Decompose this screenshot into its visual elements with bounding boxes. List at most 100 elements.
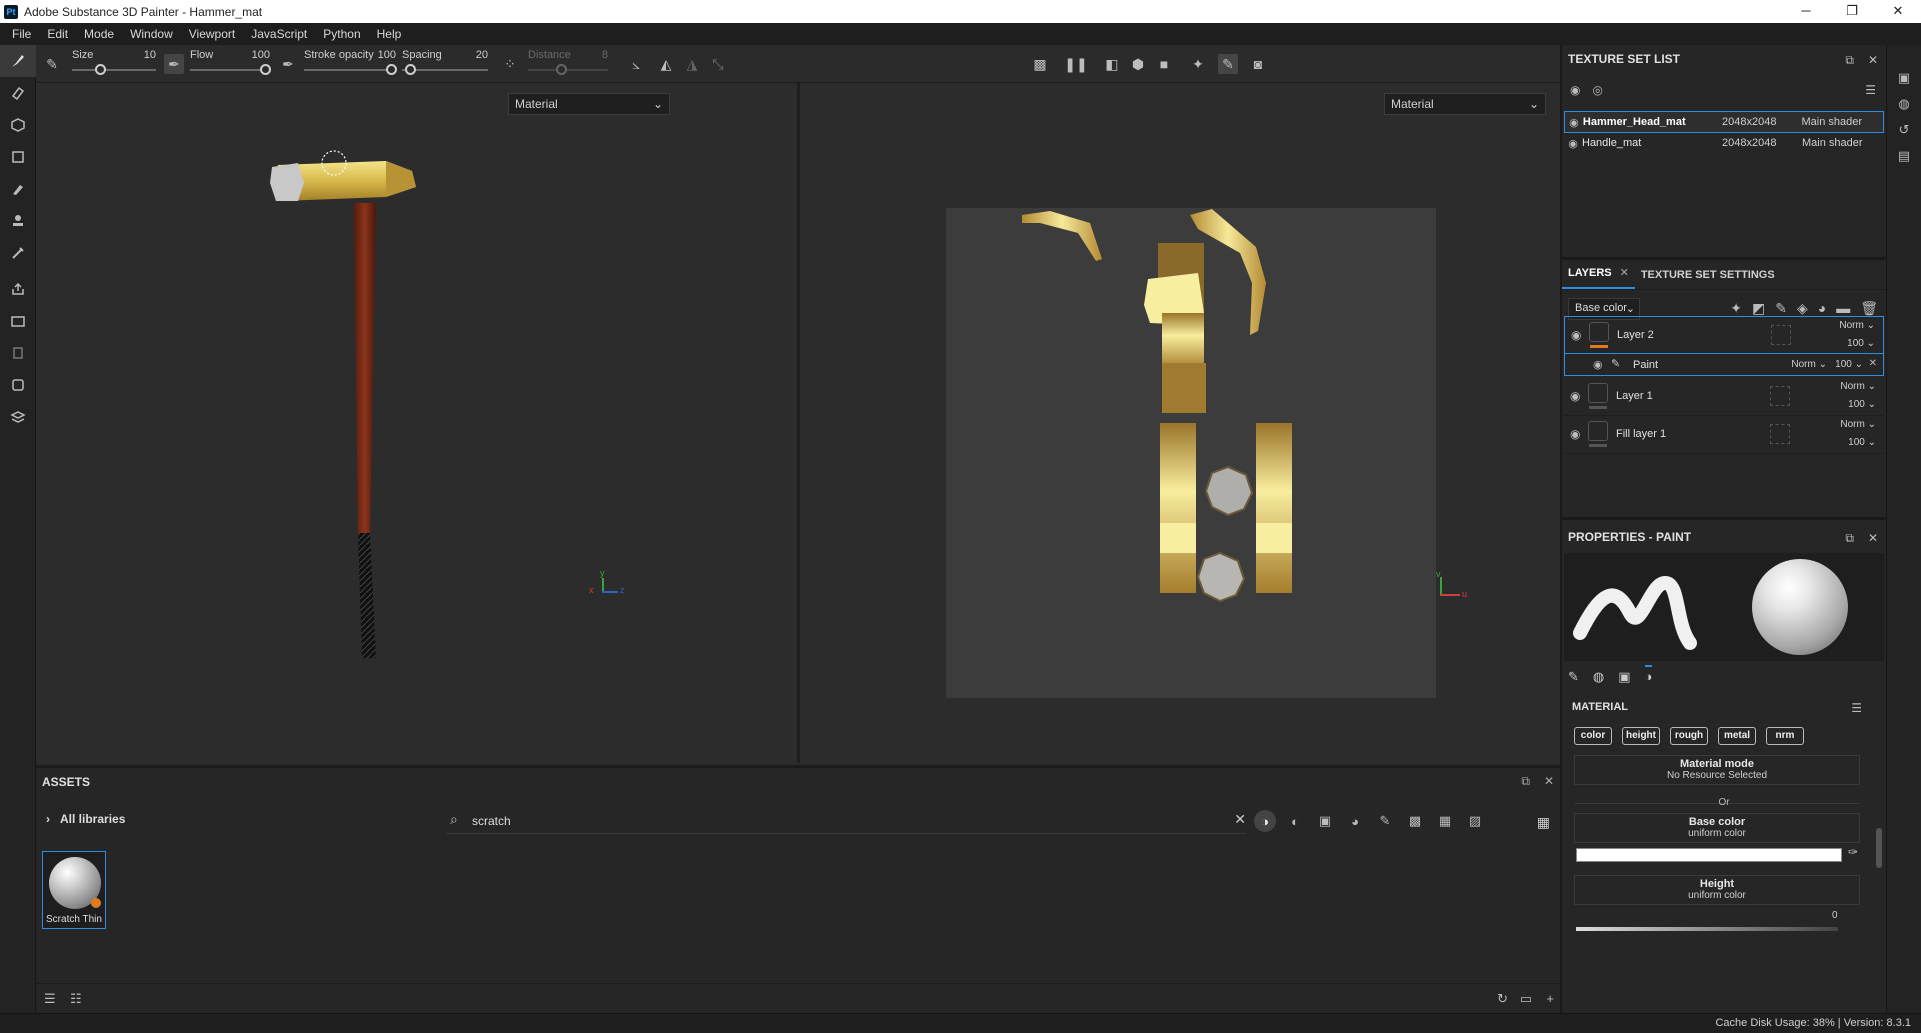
close-icon[interactable]: ✕ (1620, 267, 1629, 279)
stroke-opacity-slider[interactable]: Stroke opacity 100 (304, 49, 397, 79)
layer-mask-slot[interactable] (1771, 325, 1791, 345)
menu-javascript[interactable]: JavaScript (243, 27, 315, 41)
filter-masks-icon[interactable]: ▣ (1314, 810, 1336, 832)
line-angle-icon[interactable]: ⦣ (626, 54, 646, 74)
eye-icon[interactable]: ◉ (1570, 389, 1580, 403)
filter-materials-icon[interactable]: ◑ (1254, 810, 1276, 832)
list-options-icon[interactable]: ☷ (70, 991, 82, 1007)
shelf-icon[interactable] (0, 401, 36, 433)
opacity-select[interactable]: 100 ⌄ (1848, 399, 1876, 410)
export-icon[interactable] (0, 369, 36, 401)
menu-help[interactable]: Help (369, 27, 410, 41)
display-3d-icon[interactable]: ⬢ (1128, 54, 1148, 74)
pressure-flow-icon[interactable]: ✒ (278, 54, 298, 74)
symmetry-mirror-icon[interactable]: ◮ (682, 54, 702, 74)
eraser-icon[interactable] (0, 77, 36, 109)
tab-layers[interactable]: LAYERS ✕ (1562, 266, 1635, 289)
opacity-select[interactable]: 100 ⌄ (1847, 338, 1875, 349)
add-fill-layer-icon[interactable]: ◈ (1797, 300, 1808, 317)
close-icon[interactable]: ✕ (1868, 531, 1878, 546)
clear-search-icon[interactable]: ✕ (1234, 811, 1246, 828)
eye-icon[interactable]: ◎ (1592, 83, 1602, 97)
height-slider[interactable] (1576, 927, 1838, 931)
base-color-swatch[interactable] (1576, 848, 1842, 862)
blend-mode-select[interactable]: Norm ⌄ (1840, 419, 1876, 430)
menu-file[interactable]: File (4, 27, 39, 41)
distance-slider[interactable]: Distance 8 (528, 49, 608, 79)
asset-tile-scratch-thin[interactable]: Scratch Thin (42, 851, 106, 929)
channel-toggle-height[interactable]: height (1622, 727, 1660, 745)
filter-textures-icon[interactable]: ▩ (1404, 810, 1426, 832)
eye-icon[interactable]: ◉ (1570, 427, 1580, 441)
base-color-slot[interactable]: Base color uniform color (1574, 813, 1860, 843)
pressure-size-icon[interactable]: ✒ (164, 54, 184, 74)
iray-render-icon[interactable]: ✦ (1188, 54, 1208, 74)
material-properties-icon[interactable]: ◑ (1644, 665, 1653, 685)
undock-icon[interactable]: ⧉ (1845, 531, 1854, 546)
maximize-icon[interactable]: ❐ (1829, 0, 1875, 23)
undock-icon[interactable]: ⧉ (1845, 53, 1854, 68)
pause-icon[interactable]: ❚❚ (1064, 54, 1087, 74)
menu-window[interactable]: Window (122, 27, 181, 41)
library-selector[interactable]: › All libraries (46, 812, 125, 826)
history-icon[interactable]: ↺ (1887, 117, 1921, 143)
layer-mask-slot[interactable] (1770, 424, 1790, 444)
texture-set-row[interactable]: ◉ Handle_mat 2048x2048 Main shader (1564, 132, 1884, 154)
delete-layer-icon[interactable]: 🗑 (1860, 300, 1878, 317)
menu-python[interactable]: Python (315, 27, 368, 41)
filter-smart-materials-icon[interactable]: ◐ (1284, 810, 1306, 832)
flow-slider[interactable]: Flow 100 (190, 49, 271, 79)
resources-icon[interactable] (0, 305, 36, 337)
effect-row-paint[interactable]: ◉ ✎ Paint Norm ⌄ 100 ⌄ ✕ (1564, 354, 1884, 376)
grid-view-icon[interactable]: ▦ (1537, 814, 1550, 831)
properties-scrollbar[interactable] (1876, 828, 1882, 868)
screenshot-icon[interactable]: ◙ (1248, 54, 1268, 74)
eyedropper-icon[interactable]: ✑ (1848, 845, 1858, 859)
distance-slider-knob[interactable] (556, 64, 567, 75)
eye-icon[interactable]: ◉ (1571, 328, 1581, 342)
channel-toggle-rough[interactable]: rough (1670, 727, 1708, 745)
close-icon[interactable]: ✕ (1875, 0, 1921, 23)
flow-slider-knob[interactable] (260, 64, 271, 75)
smudge-icon[interactable] (0, 173, 36, 205)
display-settings-icon[interactable]: ◍ (1887, 91, 1921, 117)
stencil-properties-icon[interactable]: ▣ (1618, 669, 1630, 685)
paint-mode-icon[interactable]: ✎ (1218, 54, 1238, 74)
layer-row-layer-1[interactable]: ◉ Layer 1 Norm ⌄ 100 ⌄ (1564, 378, 1884, 416)
tab-texture-set-settings[interactable]: TEXTURE SET SETTINGS (1635, 269, 1781, 289)
clone-stamp-icon[interactable] (0, 205, 36, 237)
material-mode-slot[interactable]: Material mode No Resource Selected (1574, 755, 1860, 785)
close-icon[interactable]: ✕ (1869, 358, 1877, 369)
assets-search-input[interactable]: ⌕ scratch ✕ (446, 808, 1246, 834)
viewport-3d[interactable]: Material ⌄ y x z (36, 83, 798, 763)
eye-icon[interactable]: ◉ (1565, 116, 1583, 129)
close-icon[interactable]: ✕ (1544, 774, 1554, 789)
effect-blend-select[interactable]: Norm ⌄ (1791, 359, 1827, 370)
undock-icon[interactable]: ⧉ (1521, 774, 1530, 789)
menu-icon[interactable]: ☰ (1851, 701, 1862, 715)
add-mask-icon[interactable]: ◩ (1752, 300, 1765, 317)
filter-environments-icon[interactable]: ▨ (1464, 810, 1486, 832)
add-smart-material-icon[interactable]: ◕ (1818, 300, 1826, 317)
blend-mode-select[interactable]: Norm ⌄ (1839, 320, 1875, 331)
visibility-toggle-icon[interactable]: ◉ (1570, 83, 1580, 97)
channel-toggle-metal[interactable]: metal (1718, 727, 1756, 745)
menu-edit[interactable]: Edit (39, 27, 76, 41)
polygon-fill-icon[interactable] (0, 141, 36, 173)
view-mode-icon[interactable]: ◧ (1102, 54, 1122, 74)
color-picker-icon[interactable] (0, 237, 36, 269)
menu-viewport[interactable]: Viewport (181, 27, 243, 41)
opacity-select[interactable]: 100 ⌄ (1848, 437, 1876, 448)
brush-properties-icon[interactable]: ✎ (1568, 669, 1579, 685)
brush-preset-icon[interactable]: ✎ (42, 54, 62, 74)
minimize-icon[interactable]: ─ (1783, 0, 1829, 23)
projection-icon[interactable] (0, 109, 36, 141)
layer-row-fill-layer-1[interactable]: ◉ Fill layer 1 Norm ⌄ 100 ⌄ (1564, 416, 1884, 454)
channel-toggle-color[interactable]: color (1574, 727, 1612, 745)
add-icon[interactable]: + (1546, 991, 1554, 1006)
symmetry-icon[interactable]: ◭ (656, 54, 676, 74)
lazy-mouse-icon[interactable]: ⁘ (500, 54, 520, 74)
eye-icon[interactable]: ◉ (1564, 137, 1582, 150)
add-folder-icon[interactable]: ▬ (1836, 300, 1850, 317)
eye-icon[interactable]: ◉ (1593, 358, 1603, 371)
